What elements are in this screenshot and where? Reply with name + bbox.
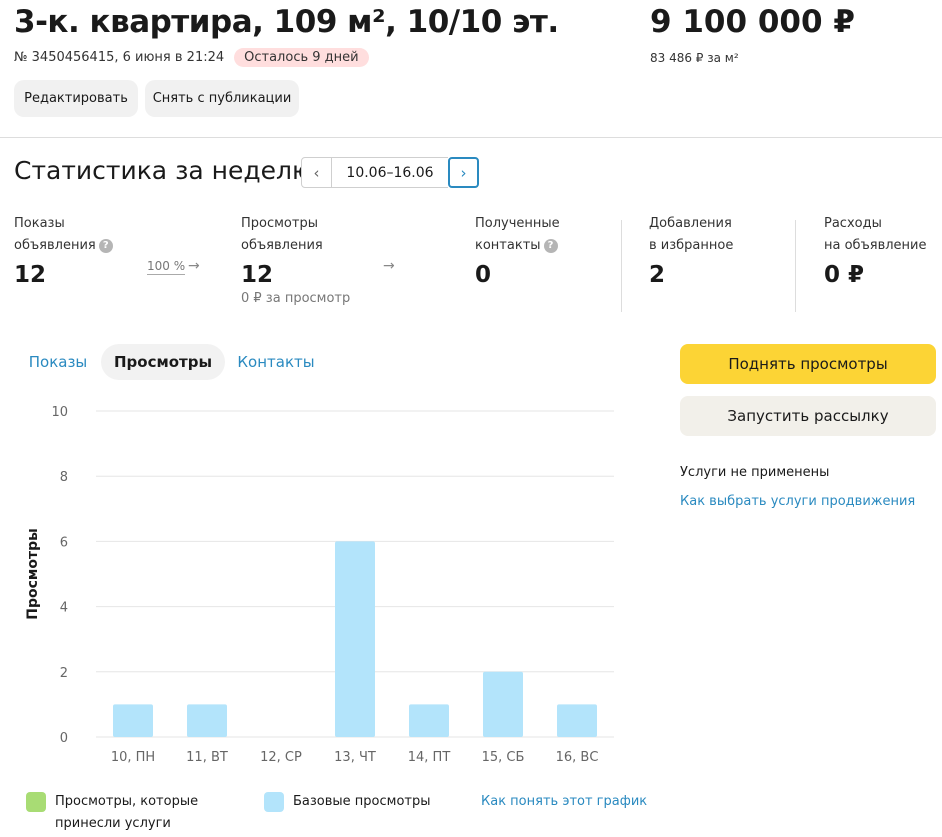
tab-impressions[interactable]: Показы bbox=[16, 344, 100, 380]
listing-title: 3-к. квартира, 109 м², 10/10 эт. bbox=[14, 4, 559, 40]
listing-id-date: № 3450456415, 6 июня в 21:24 bbox=[14, 50, 225, 65]
next-week-button[interactable]: › bbox=[448, 157, 479, 188]
week-range: 10.06–16.06 bbox=[332, 157, 448, 188]
x-tick-label: 10, ПН bbox=[111, 750, 155, 765]
help-icon[interactable]: ? bbox=[543, 239, 558, 253]
week-pager: ‹ 10.06–16.06 › bbox=[301, 157, 479, 188]
bar-base bbox=[483, 671, 523, 737]
arrow-right-icon: → bbox=[188, 258, 200, 274]
impressions-label: Показы объявления? bbox=[14, 213, 113, 257]
legend-services-label: Просмотры, которые принесли услуги bbox=[55, 794, 199, 831]
bar-base bbox=[113, 704, 153, 737]
y-tick-label: 8 bbox=[60, 470, 68, 485]
y-tick-label: 4 bbox=[60, 601, 68, 616]
price-per-m2: 83 486 ₽ за м² bbox=[650, 51, 739, 65]
boost-views-button[interactable]: Поднять просмотры bbox=[680, 344, 936, 384]
contacts-value: 0 bbox=[475, 262, 492, 288]
bar-base bbox=[409, 704, 449, 737]
services-help-link[interactable]: Как выбрать услуги продвижения bbox=[680, 494, 915, 509]
x-tick-label: 11, ВТ bbox=[186, 750, 228, 765]
contacts-label: Полученные контакты? bbox=[475, 216, 560, 253]
favorites-value: 2 bbox=[649, 262, 666, 288]
views-chart: 0 2 4 6 8 10 Просмотры 10, ПН 11, ВТ 12, СР 13, ЧТ… bbox=[25, 405, 614, 765]
x-tick-label: 14, ПТ bbox=[408, 750, 451, 765]
header-divider bbox=[0, 137, 942, 138]
impressions-value: 12 bbox=[14, 262, 47, 288]
metric-divider bbox=[621, 220, 622, 312]
chevron-right-icon: › bbox=[460, 163, 467, 182]
help-icon[interactable]: ? bbox=[98, 239, 113, 253]
conversion-percent: 100 % bbox=[147, 259, 186, 275]
y-tick-label: 6 bbox=[60, 535, 68, 550]
tab-contacts[interactable]: Контакты bbox=[228, 344, 324, 380]
unpublish-button[interactable]: Снять с публикации bbox=[145, 80, 299, 117]
views-label: Просмотры объявления bbox=[241, 216, 323, 253]
cost-per-view: 0 ₽ за просмотр bbox=[241, 291, 351, 306]
metric-divider bbox=[795, 220, 796, 312]
x-tick-label: 16, ВС bbox=[556, 750, 599, 765]
listing-price: 9 100 000 ₽ bbox=[650, 4, 855, 40]
prev-week-button[interactable]: ‹ bbox=[301, 157, 332, 188]
y-tick-label: 10 bbox=[51, 405, 68, 420]
y-tick-label: 0 bbox=[60, 731, 68, 746]
legend-swatch-services bbox=[26, 792, 46, 812]
arrow-right-icon: → bbox=[383, 258, 395, 274]
start-mailing-button[interactable]: Запустить рассылку bbox=[680, 396, 936, 436]
legend-base-label: Базовые просмотры bbox=[293, 794, 431, 809]
services-note: Услуги не применены bbox=[680, 465, 830, 480]
bar-base bbox=[335, 541, 375, 737]
legend-swatch-base bbox=[264, 792, 284, 812]
x-tick-label: 15, СБ bbox=[482, 750, 525, 765]
edit-button[interactable]: Редактировать bbox=[14, 80, 138, 117]
x-tick-label: 12, СР bbox=[260, 750, 302, 765]
spend-label: Расходы на объявление bbox=[824, 216, 927, 253]
x-tick-label: 13, ЧТ bbox=[334, 750, 376, 765]
bar-base bbox=[187, 704, 227, 737]
spend-value: 0 ₽ bbox=[824, 262, 865, 288]
y-tick-label: 2 bbox=[60, 666, 68, 681]
chart-help-link[interactable]: Как понять этот график bbox=[481, 794, 647, 809]
views-value: 12 bbox=[241, 262, 274, 288]
y-axis-label: Просмотры bbox=[25, 528, 41, 620]
favorites-label: Добавления в избранное bbox=[649, 216, 734, 253]
bar-base bbox=[557, 704, 597, 737]
chevron-left-icon: ‹ bbox=[313, 163, 320, 182]
listing-meta: № 3450456415, 6 июня в 21:24 Осталось 9 … bbox=[14, 48, 369, 67]
stats-title: Статистика за неделю bbox=[14, 156, 314, 185]
days-left-badge: Осталось 9 дней bbox=[234, 48, 369, 67]
tab-views[interactable]: Просмотры bbox=[101, 344, 225, 380]
